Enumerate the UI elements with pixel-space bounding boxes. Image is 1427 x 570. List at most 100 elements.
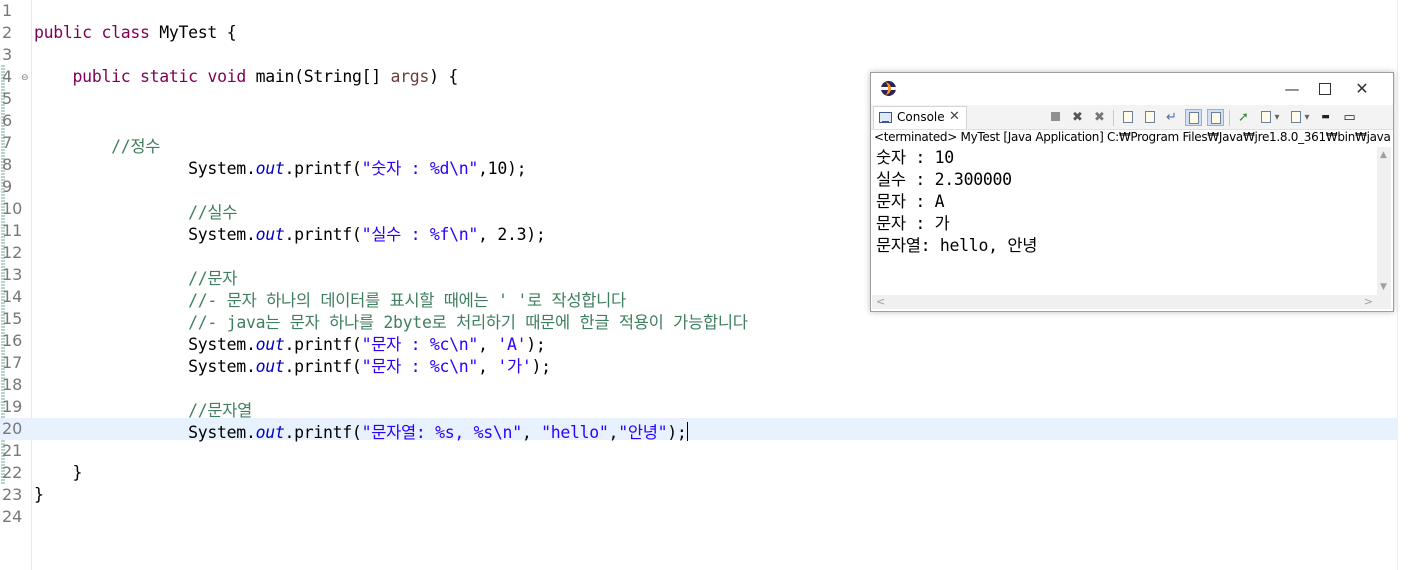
line-number: 1 [2,1,13,20]
line-number: 18 [2,375,23,394]
line-number: 20 [2,419,23,438]
code-text: public class MyTest { [34,23,237,42]
scroll-down-icon[interactable]: ▼ [1380,282,1387,292]
console-output-line: 문자 : 가 [876,214,950,233]
fold-toggle-icon[interactable]: ⊖ [21,73,29,83]
show-on-stderr-button[interactable] [1207,109,1224,126]
code-text: } [34,485,44,504]
window-titlebar[interactable]: — ✕ [871,73,1393,105]
clear-console-button[interactable] [1119,109,1136,126]
code-line[interactable]: 20 System.out.printf("문자열: %s, %s\n", "h… [0,418,1398,442]
line-number: 16 [2,331,23,350]
code-line[interactable]: 24 [0,506,1398,528]
scroll-lock-icon [1144,111,1155,123]
console-output[interactable]: 숫자 : 10 실수 : 2.300000 문자 : A 문자 : 가 문자열: hel… [872,147,1377,295]
line-number: 2 [2,23,13,42]
scroll-up-icon[interactable]: ▲ [1380,150,1387,160]
code-line[interactable]: 2 public class MyTest { [0,22,1398,44]
console-status-line: <terminated> MyTest [Java Application] C… [874,130,1390,144]
code-text: } [34,463,83,482]
line-number: 6 [2,111,13,130]
vertical-scrollbar[interactable]: ▲ ▼ [1377,147,1391,295]
minimize-window-button[interactable]: — [1275,77,1309,101]
keyword-token: void [207,67,246,86]
line-number: 15 [2,309,23,328]
code-line[interactable]: 23} [0,484,1398,506]
text-caret [686,422,688,441]
code-line[interactable]: 18 [0,374,1398,396]
maximize-view-button[interactable]: ▭ [1341,109,1358,126]
maximize-icon [1319,83,1331,95]
scroll-left-icon[interactable]: < [876,295,885,308]
console-window: — ✕ Console ✕ ✖ ✖ ↵ ➚ ▾ ▾ ▬ ▭ <terminate… [870,72,1394,312]
line-number: 13 [2,265,23,284]
pin-console-button[interactable]: ➚ [1235,109,1252,126]
tab-console-label: Console [897,110,945,124]
eclipse-logo-icon [881,81,896,96]
code-token: } [34,463,83,482]
open-console-icon [1290,111,1301,123]
code-line[interactable]: 16 System.out.printf("문자 : %c\n", 'A'); [0,330,1398,354]
console-icon [879,112,892,123]
remove-launch-button[interactable]: ✖ [1069,109,1086,126]
line-number: 10 [2,199,23,218]
line-number: 3 [2,45,13,64]
scroll-lock-button[interactable] [1141,109,1158,126]
maximize-window-button[interactable] [1308,77,1342,101]
code-line[interactable]: 1 [0,0,1398,22]
code-token: MyTest { [149,23,237,42]
code-line[interactable]: 22 } [0,462,1398,484]
code-line[interactable]: 3 [0,44,1398,66]
toolbar-separator [1113,110,1114,126]
keyword-token: public [72,67,131,86]
line-number: 14 [2,287,23,306]
line-number: 8 [2,155,13,174]
line-number: 21 [2,441,23,460]
overview-ruler[interactable] [1397,0,1427,570]
code-line[interactable]: 19 //문자열 [0,396,1398,420]
tab-console[interactable]: Console ✕ [873,106,967,129]
open-console-dropdown[interactable]: ▾ [1302,109,1312,126]
code-token: } [34,485,44,504]
keyword-token: static [140,67,198,86]
line-number: 23 [2,485,23,504]
close-window-button[interactable]: ✕ [1345,77,1379,101]
console-output-line: 숫자 : 10 [876,148,954,167]
parameter-token: args [390,67,430,86]
line-number: 7 [2,133,13,152]
scroll-right-icon[interactable]: > [1364,295,1373,308]
code-token: main(String[] [246,67,391,86]
view-tab-bar: Console ✕ ✖ ✖ ↵ ➚ ▾ ▾ ▬ ▭ [871,105,1393,130]
console-output-line: 실수 : 2.300000 [876,170,1012,189]
line-number: 11 [2,221,23,240]
line-number: 12 [2,243,23,262]
line-number: 17 [2,353,23,372]
console-output-line: 문자열: hello, 안녕 [876,236,1038,255]
tab-close-icon[interactable]: ✕ [949,109,960,124]
scrollbar-corner [1377,295,1391,309]
line-number: 5 [2,89,13,108]
display-console-dropdown[interactable]: ▾ [1272,109,1282,126]
toolbar-separator [1229,110,1230,126]
line-number: 22 [2,463,23,482]
minimize-view-button[interactable]: ▬ [1317,109,1334,126]
keyword-token: public [34,23,92,42]
line-number: 19 [2,397,23,416]
stderr-icon [1210,112,1221,124]
code-line[interactable]: 17 System.out.printf("문자 : %c\n", '가'); [0,352,1398,376]
remove-all-terminated-button[interactable]: ✖ [1091,109,1108,126]
show-on-stdout-button[interactable] [1185,109,1202,126]
display-console-icon [1260,111,1271,123]
code-token: ) { [429,67,458,86]
code-line[interactable]: 21 [0,440,1398,462]
stdout-icon [1188,112,1199,124]
word-wrap-button[interactable]: ↵ [1163,109,1180,126]
terminate-button[interactable] [1047,109,1064,126]
horizontal-scrollbar[interactable]: < > [872,295,1377,309]
keyword-token: class [101,23,150,42]
terminate-icon [1051,112,1060,121]
